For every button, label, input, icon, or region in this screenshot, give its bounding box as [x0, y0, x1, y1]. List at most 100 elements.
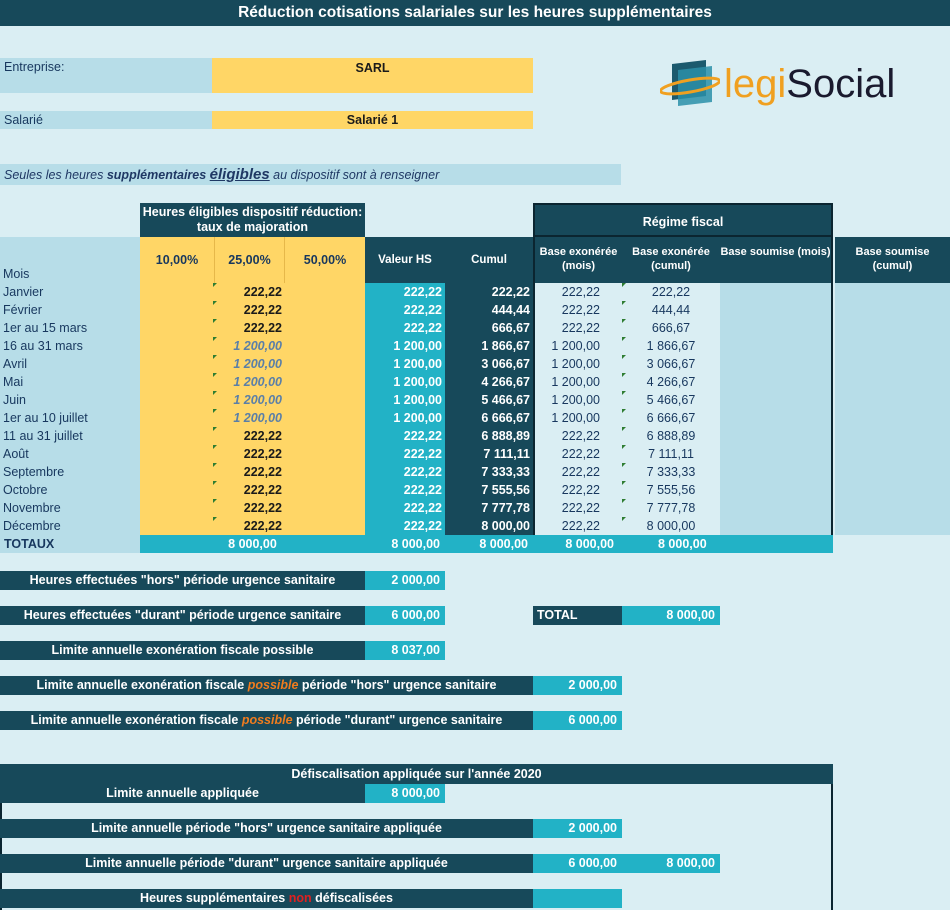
- row-rate-25[interactable]: 222,22: [215, 445, 285, 463]
- row-exo-mois: 1 200,00: [551, 393, 600, 407]
- totals-exo-mois: 8 000,00: [533, 535, 622, 553]
- defisc-hors-value: 2 000,00: [533, 819, 622, 838]
- row-mois: Novembre: [3, 501, 61, 515]
- row-exo-mois: 222,22: [561, 303, 600, 317]
- row-exo-cumul: 4 266,67: [646, 375, 696, 389]
- row-cumul: 444,44: [491, 303, 530, 317]
- row-mois: Septembre: [3, 465, 65, 479]
- row-exo-mois: 1 200,00: [551, 357, 600, 371]
- notice-text-4: au dispositif sont à renseigner: [269, 168, 440, 182]
- defisc-durant-label: Limite annuelle période "durant" urgence…: [0, 854, 533, 873]
- logo-text-social: Social: [786, 62, 896, 106]
- row-rate-25[interactable]: 222,22: [215, 319, 285, 337]
- row-mois: Juin: [3, 393, 26, 407]
- row-exo-cumul: 7 111,11: [648, 447, 694, 461]
- sheet-title: Réduction cotisations salariales sur les…: [0, 0, 950, 26]
- row-rate-25[interactable]: 1 200,00: [215, 355, 285, 373]
- cumul-text: Cumul: [471, 254, 507, 266]
- non-defisc-pre: Heures supplémentaires: [140, 891, 289, 905]
- row-rate-25[interactable]: 1 200,00: [215, 337, 285, 355]
- row-cumul: 5 466,67: [481, 393, 530, 407]
- row-exo-cumul: 7 555,56: [646, 483, 696, 497]
- totals-cumul: 8 000,00: [445, 535, 533, 553]
- notice-banner: Seules les heures supplémentaires éligib…: [0, 164, 621, 185]
- base-soumise-mois-header: Base soumise (mois): [720, 237, 833, 283]
- hors-value: 2 000,00: [365, 571, 445, 590]
- row-mois: 1er au 15 mars: [3, 321, 88, 335]
- total-label: TOTAL: [533, 606, 622, 625]
- row-cumul: 7 333,33: [481, 465, 530, 479]
- row-rate-25[interactable]: 222,22: [215, 499, 285, 517]
- cell-comment-marker: [213, 427, 217, 431]
- notice-text-1: Seules les heures: [4, 168, 107, 182]
- row-rate-25[interactable]: 1 200,00: [215, 409, 285, 427]
- row-mois: 16 au 31 mars: [3, 339, 83, 353]
- limite-durant-mid: possible: [241, 713, 293, 727]
- cell-comment-marker: [213, 409, 217, 413]
- rate-50-text: 50,00%: [303, 253, 347, 267]
- row-exo-cumul: 8 000,00: [646, 519, 696, 533]
- non-defisc-mid: non: [288, 891, 312, 905]
- row-rate-25[interactable]: 222,22: [215, 427, 285, 445]
- row-cumul: 7 111,11: [483, 447, 530, 461]
- salarie-field[interactable]: Salarié 1: [212, 111, 533, 129]
- row-cumul: 3 066,67: [481, 357, 530, 371]
- cell-comment-marker: [213, 283, 217, 287]
- cell-comment-marker: [622, 463, 626, 467]
- row-rate-25[interactable]: 222,22: [215, 463, 285, 481]
- row-exo-mois: 222,22: [561, 483, 600, 497]
- cell-comment-marker: [213, 391, 217, 395]
- limite-hors-pre: Limite annuelle exonération fiscale: [36, 678, 248, 692]
- limite-hors-value: 2 000,00: [533, 676, 622, 695]
- soumise-mois-column: [720, 283, 833, 535]
- row-valeur: 1 200,00: [393, 339, 442, 353]
- row-exo-cumul: 7 333,33: [646, 465, 696, 479]
- row-rate-25[interactable]: 222,22: [215, 517, 285, 535]
- row-valeur: 1 200,00: [393, 393, 442, 407]
- durant-value: 6 000,00: [365, 606, 445, 625]
- regime-fiscal-header: Régime fiscal: [533, 203, 833, 237]
- legisocial-logo: legiSocial: [660, 56, 930, 112]
- valeur-hs-header: Valeur HS: [365, 237, 445, 283]
- mois-header: Mois: [0, 237, 140, 283]
- mois-header-text: Mois: [3, 267, 30, 281]
- row-valeur: 222,22: [403, 285, 442, 299]
- limite-hors-mid: possible: [247, 678, 299, 692]
- row-mois: Août: [3, 447, 29, 461]
- rate-25-text: 25,00%: [228, 253, 271, 267]
- logo-text-legi: legi: [724, 62, 787, 106]
- cell-comment-marker: [213, 301, 217, 305]
- row-exo-cumul: 444,44: [651, 303, 691, 317]
- row-valeur: 222,22: [403, 519, 442, 533]
- base-soumise-cumul-header: Base soumise (cumul): [835, 237, 950, 283]
- row-rate-25[interactable]: 1 200,00: [215, 391, 285, 409]
- row-exo-cumul: 222,22: [651, 285, 691, 299]
- row-rate-25[interactable]: 222,22: [215, 283, 285, 301]
- totals-exo-cumul: 8 000,00: [622, 535, 833, 553]
- cell-comment-marker: [622, 355, 626, 359]
- cell-comment-marker: [622, 517, 626, 521]
- row-exo-cumul: 6 666,67: [646, 411, 696, 425]
- row-mois: Décembre: [3, 519, 61, 533]
- cell-comment-marker: [213, 355, 217, 359]
- entreprise-value: SARL: [355, 61, 390, 75]
- row-cumul: 4 266,67: [481, 375, 530, 389]
- row-valeur: 1 200,00: [393, 375, 442, 389]
- cell-comment-marker: [622, 391, 626, 395]
- non-defisc-post: défiscalisées: [311, 891, 393, 905]
- cell-comment-marker: [622, 427, 626, 431]
- row-mois: Mai: [3, 375, 24, 389]
- row-rate-25[interactable]: 1 200,00: [215, 373, 285, 391]
- entreprise-label-cell: Entreprise:: [0, 58, 212, 93]
- rate-50-header: 50,00%: [285, 237, 365, 283]
- row-rate-25[interactable]: 222,22: [215, 301, 285, 319]
- row-exo-cumul: 7 777,78: [646, 501, 696, 515]
- cell-comment-marker: [622, 301, 626, 305]
- entreprise-field[interactable]: SARL: [212, 58, 533, 93]
- soumise-cumul-column: [835, 283, 950, 535]
- row-valeur: 222,22: [403, 465, 442, 479]
- cumul-header: Cumul: [445, 237, 533, 283]
- row-valeur: 222,22: [403, 447, 442, 461]
- logo-icon: [660, 60, 720, 106]
- row-rate-25[interactable]: 222,22: [215, 481, 285, 499]
